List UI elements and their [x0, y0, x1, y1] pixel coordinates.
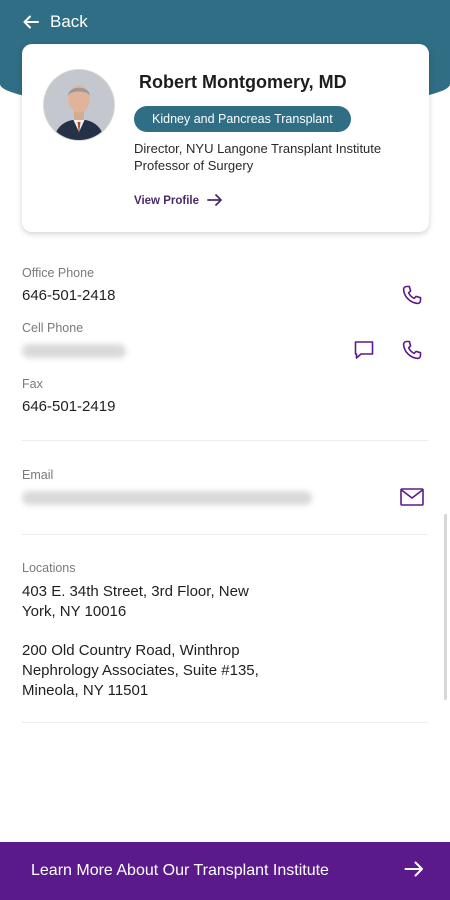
- doctor-name: Robert Montgomery, MD: [139, 72, 347, 92]
- doctor-card: Robert Montgomery, MD Kidney and Pancrea…: [22, 44, 429, 232]
- divider: [22, 722, 428, 723]
- phone-icon: [400, 283, 424, 312]
- mail-icon: [399, 486, 425, 513]
- divider: [22, 440, 428, 441]
- specialty-badge: Kidney and Pancreas Transplant: [134, 106, 351, 132]
- office-phone-value: 646-501-2418: [22, 287, 116, 304]
- doctor-title: Director, NYU Langone Transplant Institu…: [134, 141, 382, 156]
- scrollbar[interactable]: [444, 514, 447, 700]
- email-value-redacted: [22, 491, 312, 505]
- call-office-button[interactable]: [398, 283, 426, 311]
- doctor-subtitle: Professor of Surgery: [134, 158, 254, 173]
- divider: [22, 534, 428, 535]
- email-label: Email: [22, 468, 54, 482]
- arrow-right-icon: [207, 193, 223, 210]
- message-button[interactable]: [350, 338, 378, 366]
- locations-label: Locations: [22, 561, 76, 575]
- email-button[interactable]: [398, 485, 426, 513]
- view-profile-label: View Profile: [134, 195, 199, 207]
- learn-more-label: Learn More About Our Transplant Institut…: [31, 862, 329, 879]
- view-profile-link[interactable]: View Profile: [134, 193, 223, 209]
- cell-phone-value-redacted: [22, 344, 126, 358]
- fax-value: 646-501-2419: [22, 398, 116, 415]
- avatar: [44, 70, 114, 140]
- location-item[interactable]: 200 Old Country Road, Winthrop Nephrolog…: [22, 641, 297, 701]
- office-phone-label: Office Phone: [22, 266, 95, 280]
- arrow-right-icon: [404, 860, 424, 883]
- location-item[interactable]: 403 E. 34th Street, 3rd Floor, New York,…: [22, 582, 282, 622]
- arrow-left-icon: [22, 13, 40, 31]
- learn-more-button[interactable]: Learn More About Our Transplant Institut…: [0, 842, 450, 900]
- back-label: Back: [50, 12, 88, 31]
- call-cell-button[interactable]: [398, 338, 426, 366]
- fax-label: Fax: [22, 377, 43, 391]
- cell-phone-label: Cell Phone: [22, 321, 84, 335]
- phone-icon: [400, 338, 424, 367]
- back-button[interactable]: Back: [22, 10, 88, 34]
- message-icon: [352, 338, 376, 367]
